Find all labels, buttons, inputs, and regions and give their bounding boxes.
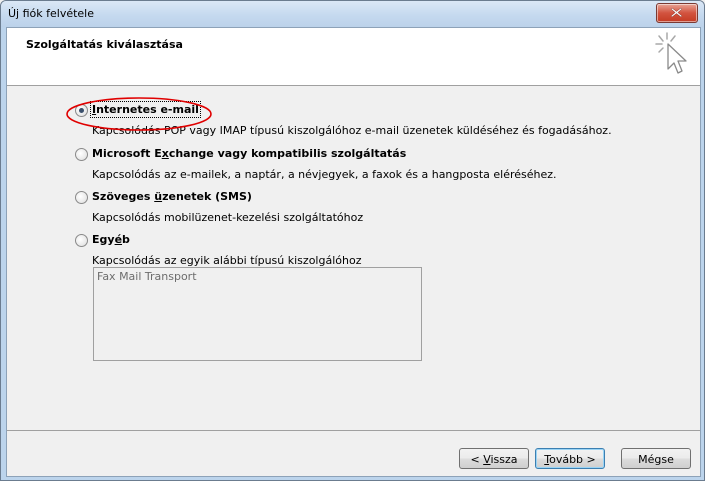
- option-description: Kapcsolódás az egyik alábbi típusú kiszo…: [92, 254, 362, 267]
- cancel-button[interactable]: Mégse: [621, 448, 691, 469]
- wizard-header: Szolgáltatás kiválasztása: [7, 28, 700, 86]
- dialog-window: Új fiók felvétele Szolgáltatás kiválaszt…: [0, 0, 705, 481]
- next-button[interactable]: Tovább >: [535, 448, 605, 469]
- option-description: Kapcsolódás az e-mailek, a naptár, a név…: [92, 168, 557, 181]
- option-label[interactable]: Egyéb: [92, 233, 130, 246]
- highlight-ellipse: [66, 97, 212, 131]
- close-button[interactable]: [656, 3, 698, 23]
- other-server-types-list[interactable]: Fax Mail Transport: [93, 267, 422, 361]
- title-bar[interactable]: Új fiók felvétele: [1, 1, 704, 27]
- footer-divider: [7, 430, 700, 431]
- window-title: Új fiók felvétele: [8, 7, 95, 20]
- option-label[interactable]: Microsoft Exchange vagy kompatibilis szo…: [92, 147, 406, 160]
- option-label[interactable]: Szöveges üzenetek (SMS): [92, 190, 252, 203]
- radio-other[interactable]: [75, 234, 88, 247]
- back-button[interactable]: < Vissza: [459, 448, 529, 469]
- radio-exchange[interactable]: [75, 148, 88, 161]
- radio-sms[interactable]: [75, 191, 88, 204]
- option-description: Kapcsolódás mobilüzenet-kezelési szolgál…: [92, 211, 364, 224]
- dialog-body: Szolgáltatás kiválasztása Internetes e-m…: [6, 27, 701, 477]
- close-icon: [671, 8, 682, 17]
- page-title: Szolgáltatás kiválasztása: [26, 38, 183, 51]
- list-item: Fax Mail Transport: [97, 270, 197, 283]
- wizard-cursor-icon: [655, 32, 687, 74]
